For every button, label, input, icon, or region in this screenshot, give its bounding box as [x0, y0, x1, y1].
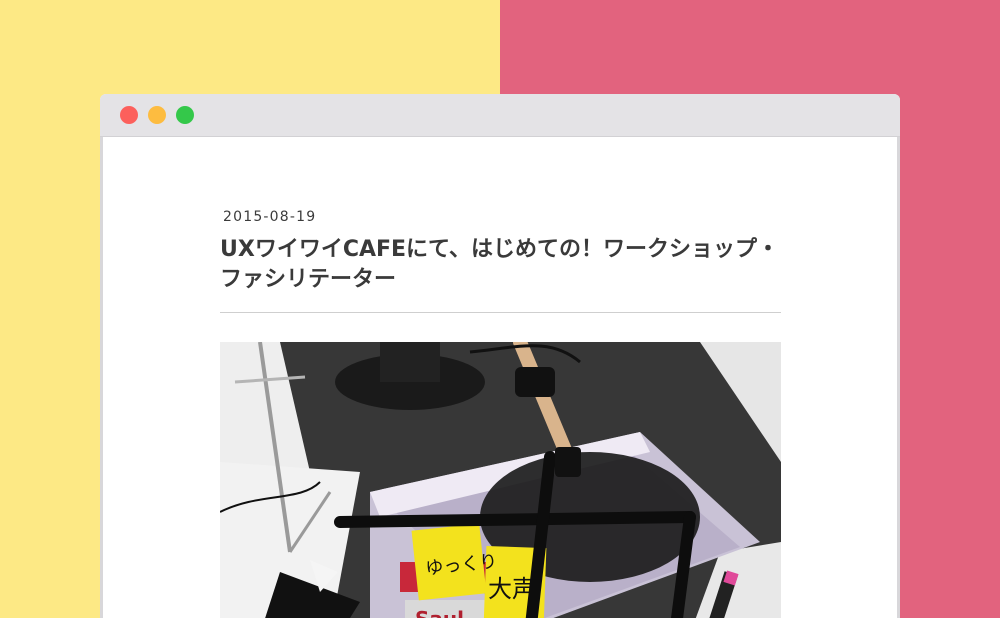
post-title[interactable]: UXワイワイCAFEにて、はじめての！ワークショップ・ファシリテーター — [220, 235, 790, 295]
post-photo: Saul ゆっくり 大声 — [220, 342, 781, 618]
divider — [220, 312, 781, 313]
close-button[interactable] — [120, 106, 138, 124]
browser-window: 2015-08-19 UXワイワイCAFEにて、はじめての！ワークショップ・ファ… — [100, 94, 900, 618]
window-titlebar — [100, 94, 900, 137]
minimize-button[interactable] — [148, 106, 166, 124]
page-content: 2015-08-19 UXワイワイCAFEにて、はじめての！ワークショップ・ファ… — [100, 137, 900, 618]
book-spine-text: Saul — [415, 607, 464, 618]
stage: 2015-08-19 UXワイワイCAFEにて、はじめての！ワークショップ・ファ… — [0, 0, 1000, 618]
post-date: 2015-08-19 — [223, 209, 317, 225]
zoom-button[interactable] — [176, 106, 194, 124]
photo-illustration: Saul ゆっくり 大声 — [220, 342, 781, 618]
